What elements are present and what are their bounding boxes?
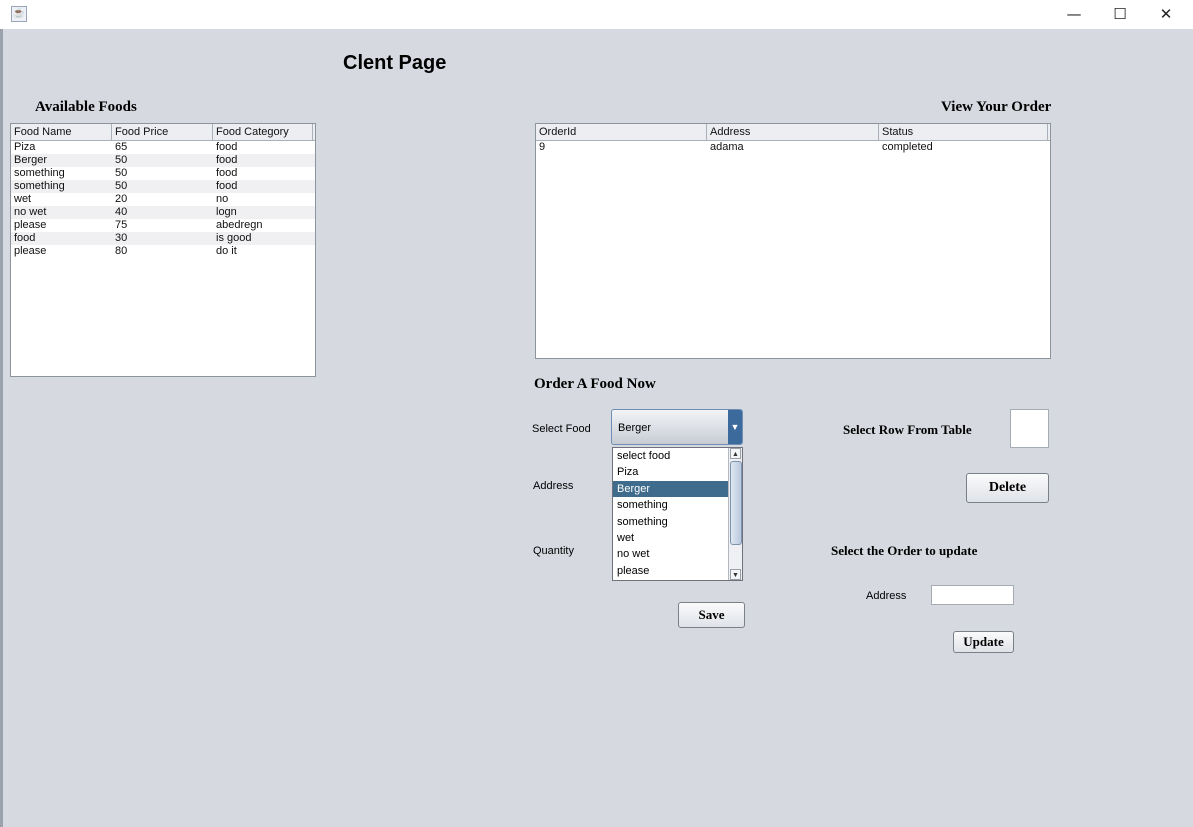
table-cell: completed — [882, 141, 933, 153]
column-header-food-price[interactable]: Food Price — [112, 124, 213, 140]
minimize-button[interactable]: — — [1051, 0, 1097, 29]
table-cell: 20 — [115, 193, 128, 205]
food-dropdown-list[interactable]: select food Piza Berger something something w… — [612, 447, 743, 581]
table-row[interactable]: Piza 65 food — [11, 141, 315, 154]
select-row-label: Select Row From Table — [843, 422, 972, 437]
table-cell: 9 — [539, 141, 546, 153]
update-order-label: Select the Order to update — [831, 543, 978, 558]
update-address-label: Address — [866, 590, 907, 602]
table-cell: food — [216, 167, 238, 179]
table-cell: food — [216, 154, 238, 166]
table-row[interactable]: wet 20 no — [11, 193, 315, 206]
table-cell: 65 — [115, 141, 128, 153]
delete-button[interactable]: Delete — [966, 473, 1049, 503]
table-cell: do it — [216, 245, 237, 257]
column-header-address[interactable]: Address — [707, 124, 879, 140]
foods-table-header: Food Name Food Price Food Category — [11, 124, 315, 141]
table-cell: 40 — [115, 206, 128, 218]
table-cell: 50 — [115, 154, 128, 166]
table-row[interactable]: food 30 is good — [11, 232, 315, 245]
table-cell: Berger — [14, 154, 48, 166]
table-cell: adama — [710, 141, 744, 153]
dropdown-option[interactable]: select food — [613, 448, 728, 464]
select-food-combobox[interactable]: Berger ▼ — [611, 409, 743, 445]
scroll-up-icon[interactable]: ▲ — [730, 448, 741, 459]
available-foods-heading: Available Foods — [35, 99, 137, 115]
window-left-edge — [0, 29, 3, 827]
foods-table-body: Piza 65 food Berger 50 food something 50 food som… — [11, 141, 315, 258]
table-cell: food — [216, 180, 238, 192]
column-header-status[interactable]: Status — [879, 124, 1048, 140]
dropdown-option[interactable]: no wet — [613, 546, 728, 562]
table-cell: logn — [216, 206, 237, 218]
table-row[interactable]: something 50 food — [11, 167, 315, 180]
orders-table-header: OrderId Address Status — [536, 124, 1050, 141]
quantity-label: Quantity — [533, 545, 574, 557]
table-row[interactable]: something 50 food — [11, 180, 315, 193]
table-cell: Piza — [14, 141, 36, 153]
table-cell: please — [14, 219, 47, 231]
dropdown-scrollbar[interactable]: ▲ ▼ — [728, 448, 742, 580]
orders-table[interactable]: OrderId Address Status 9 adama completed — [535, 123, 1051, 359]
table-row[interactable]: no wet 40 logn — [11, 206, 315, 219]
foods-table[interactable]: Food Name Food Price Food Category Piza 6… — [10, 123, 316, 377]
dropdown-option[interactable]: Piza — [613, 464, 728, 480]
table-cell: is good — [216, 232, 252, 244]
orders-table-body: 9 adama completed — [536, 141, 1050, 154]
table-cell: no — [216, 193, 229, 205]
column-header-food-category[interactable]: Food Category — [213, 124, 313, 140]
row-id-field[interactable] — [1010, 409, 1049, 448]
java-cup-icon: ☕ — [11, 6, 27, 22]
table-cell: food — [216, 141, 238, 153]
combobox-selected-value: Berger — [618, 422, 652, 434]
dropdown-option[interactable]: wet — [613, 530, 728, 546]
scroll-down-icon[interactable]: ▼ — [730, 569, 741, 580]
table-row[interactable]: 9 adama completed — [536, 141, 1050, 154]
view-order-heading: View Your Order — [941, 99, 1052, 115]
dropdown-option[interactable]: please — [613, 563, 728, 579]
maximize-button[interactable]: ☐ — [1097, 0, 1143, 29]
column-header-order-id[interactable]: OrderId — [536, 124, 707, 140]
dropdown-option[interactable]: something — [613, 514, 728, 530]
table-cell: 80 — [115, 245, 128, 257]
table-cell: 50 — [115, 180, 128, 192]
table-cell: 50 — [115, 167, 128, 179]
table-cell: 75 — [115, 219, 128, 231]
address-label: Address — [533, 480, 574, 492]
update-address-field[interactable] — [931, 585, 1014, 605]
column-header-food-name[interactable]: Food Name — [11, 124, 112, 140]
dropdown-option[interactable]: Berger — [613, 480, 728, 498]
order-food-heading: Order A Food Now — [534, 376, 656, 392]
save-button[interactable]: Save — [678, 602, 745, 628]
update-button[interactable]: Update — [953, 631, 1014, 653]
table-cell: 30 — [115, 232, 128, 244]
table-cell: abedregn — [216, 219, 263, 231]
select-food-label: Select Food — [532, 423, 591, 435]
close-button[interactable]: ✕ — [1143, 0, 1189, 29]
table-cell: something — [14, 180, 65, 192]
page-title: Clent Page — [343, 52, 447, 74]
table-row[interactable]: Berger 50 food — [11, 154, 315, 167]
table-cell: wet — [14, 193, 32, 205]
dropdown-option[interactable]: something — [613, 497, 728, 513]
table-cell: no wet — [14, 206, 47, 218]
table-cell: please — [14, 245, 47, 257]
scrollbar-thumb[interactable] — [730, 461, 742, 545]
window-titlebar: ☕ — ☐ ✕ — [0, 0, 1193, 29]
chevron-down-icon[interactable]: ▼ — [728, 410, 742, 444]
table-row[interactable]: please 75 abedregn — [11, 219, 315, 232]
table-cell: food — [14, 232, 36, 244]
table-row[interactable]: please 80 do it — [11, 245, 315, 258]
table-cell: something — [14, 167, 65, 179]
